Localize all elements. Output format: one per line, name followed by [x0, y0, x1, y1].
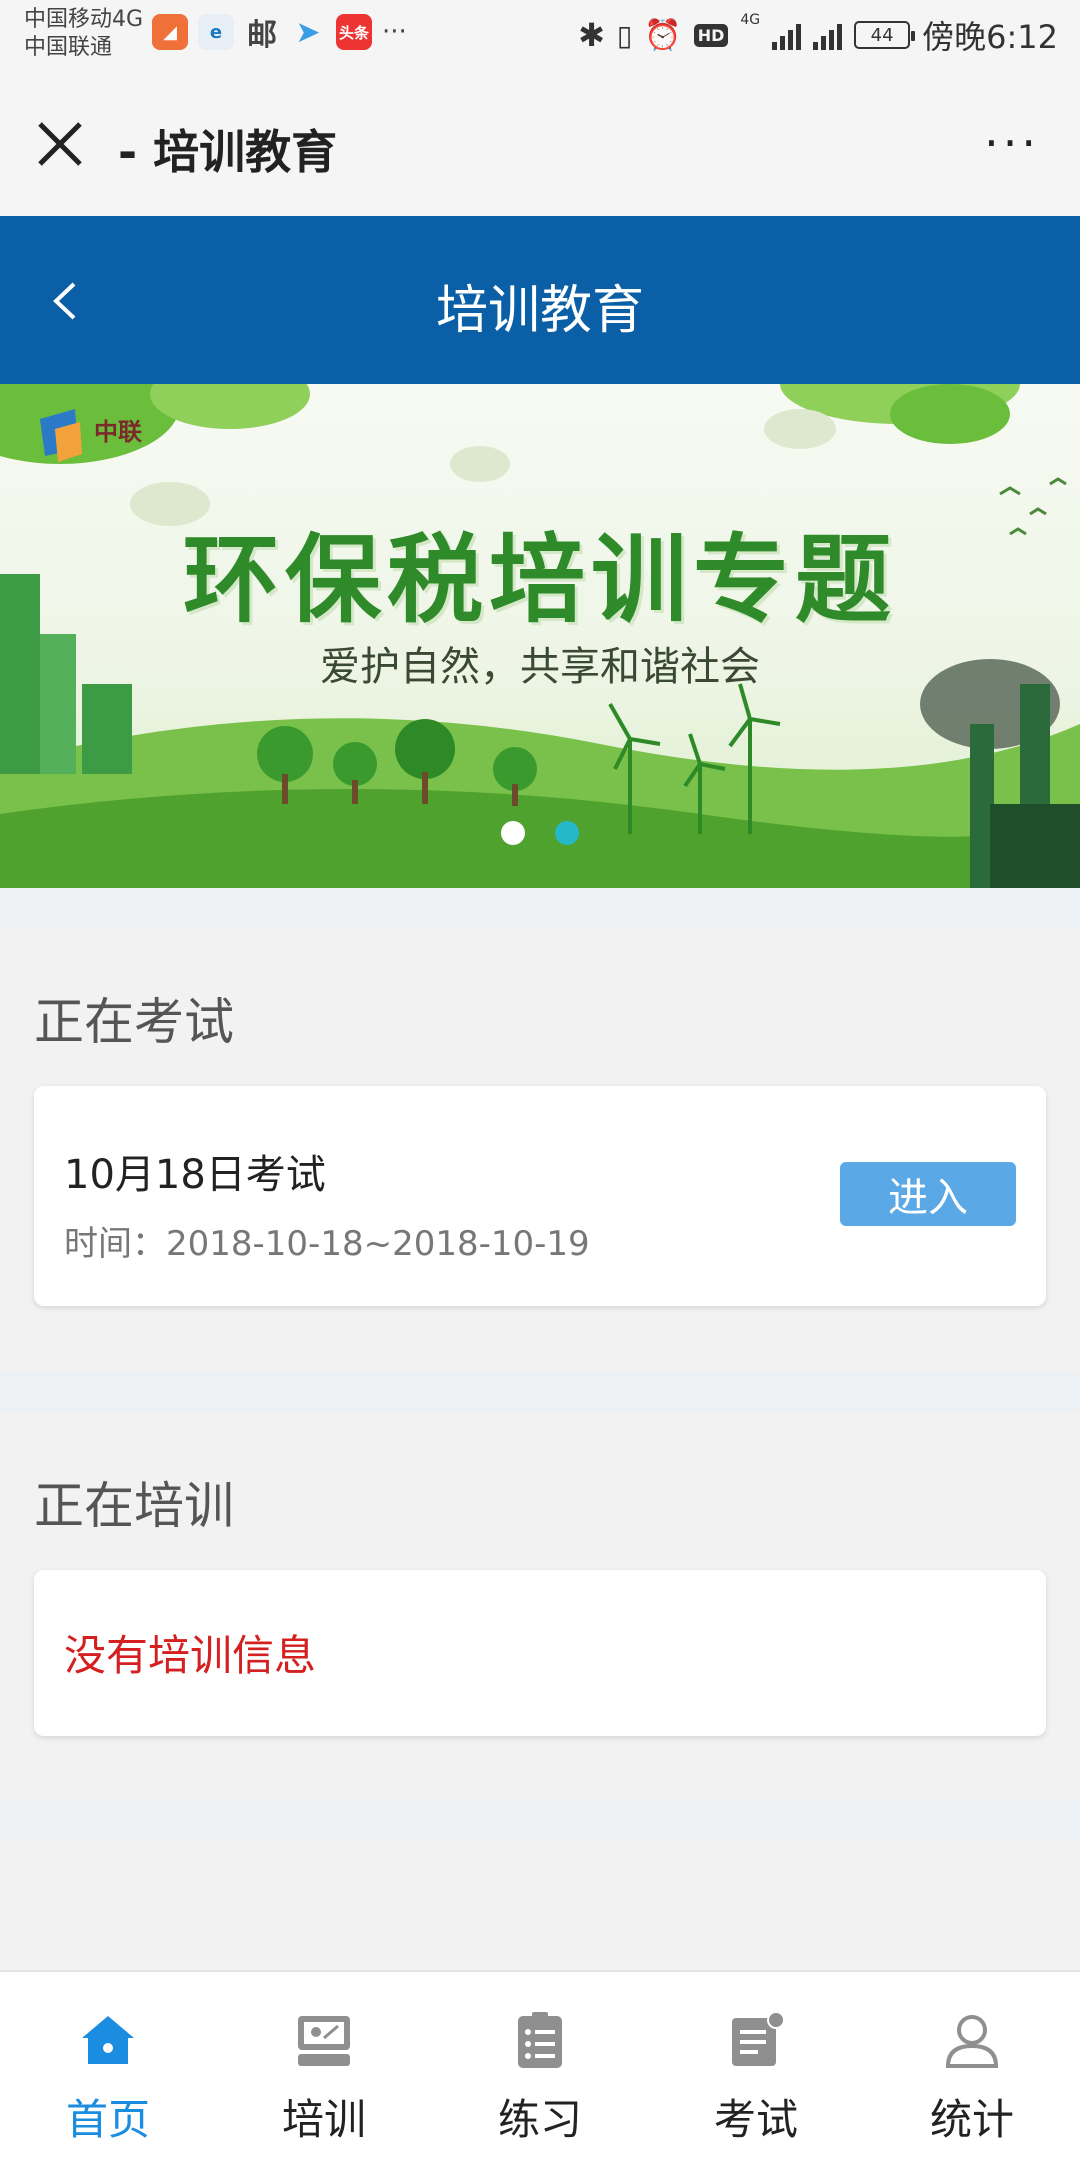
section-divider	[0, 1372, 1080, 1412]
carousel-dots	[0, 821, 1080, 845]
status-indicators: ✱ ▯ ⏰ HD 4G 44 傍晚6:12	[578, 12, 1058, 58]
exam-time: 时间：2018-10-18~2018-10-19	[64, 1224, 590, 1264]
exam-name: 10月18日考试	[64, 1152, 326, 1198]
carrier-2: 中国联通	[24, 35, 113, 60]
nav-label-practice: 练习	[497, 2095, 582, 2144]
more-notifications-icon: ···	[382, 17, 407, 47]
clock: 傍晚6:12	[922, 18, 1058, 56]
nav-exam[interactable]: 考试	[648, 1972, 864, 2160]
status-bar: 中国移动4G 中国联通 ◢ e 邮 ➤ 头条 ··· ✱ ▯ ⏰ HD 4G 4…	[0, 0, 1080, 72]
browser-icon: e	[198, 14, 234, 50]
paper-plane-icon: ➤	[295, 14, 321, 50]
training-icon	[298, 2016, 350, 2066]
signal-icon	[772, 20, 802, 50]
section-divider	[0, 1800, 1080, 1840]
nav-label-statistics: 统计	[929, 2095, 1014, 2144]
exam-card: 10月18日考试 时间：2018-10-18~2018-10-19 进入	[34, 1086, 1046, 1306]
practice-icon	[518, 2012, 562, 2068]
wechat-title: - 培训教育	[118, 125, 338, 179]
carousel-dot-active[interactable]	[555, 821, 579, 845]
carousel-dot[interactable]	[501, 821, 525, 845]
banner-subtitle: 爱护自然，共享和谐社会	[320, 644, 760, 690]
mail-icon: 邮	[247, 18, 277, 53]
nav-label-training: 培训	[281, 2095, 366, 2144]
page-header: 培训教育	[0, 216, 1080, 384]
bottom-navigation: 首页 培训 练习 考试 统计	[0, 1970, 1080, 2160]
carrier-1: 中国移动4G	[24, 7, 144, 32]
exam-icon	[732, 2011, 785, 2066]
training-section-title: 正在培训	[34, 1477, 234, 1535]
more-menu-icon[interactable]: ···	[984, 120, 1040, 166]
section-divider	[0, 888, 1080, 928]
banner-title: 环保税培训专题	[183, 523, 897, 636]
carrier-info: 中国移动4G 中国联通	[24, 6, 143, 62]
nav-statistics[interactable]: 统计	[864, 1972, 1080, 2160]
statistics-icon	[945, 2015, 999, 2068]
empty-training-message: 没有培训信息	[64, 1631, 317, 1680]
banner-carousel[interactable]: 中联 环保税培训专题 爱护自然，共享和谐社会	[0, 384, 1080, 888]
banner-logo-text: 中联	[94, 418, 142, 446]
hd-icon: HD	[693, 23, 729, 47]
exam-section-title: 正在考试	[34, 993, 234, 1051]
training-card: 没有培训信息	[34, 1570, 1046, 1736]
page-title: 培训教育	[435, 281, 644, 341]
battery-icon: 44	[854, 21, 916, 49]
nav-home[interactable]: 首页	[0, 1972, 216, 2160]
nav-training[interactable]: 培训	[216, 1972, 432, 2160]
wechat-title-bar: - 培训教育 ···	[0, 72, 1080, 216]
nav-label-exam: 考试	[713, 2095, 798, 2144]
network-type: 4G	[740, 12, 761, 28]
app-notification-icon: ◢	[152, 14, 188, 50]
toutiao-icon: 头条	[336, 14, 372, 50]
signal-icon-2	[813, 20, 843, 50]
close-icon[interactable]	[34, 118, 86, 170]
enter-exam-button[interactable]: 进入	[840, 1162, 1016, 1226]
vibrate-icon: ▯	[616, 18, 633, 52]
bluetooth-icon: ✱	[578, 16, 605, 54]
home-icon	[82, 2016, 134, 2064]
nav-label-home: 首页	[65, 2095, 150, 2144]
alarm-icon: ⏰	[644, 17, 682, 53]
notification-icons: ◢ e 邮 ➤ 头条 ···	[152, 14, 407, 53]
nav-practice[interactable]: 练习	[432, 1972, 648, 2160]
